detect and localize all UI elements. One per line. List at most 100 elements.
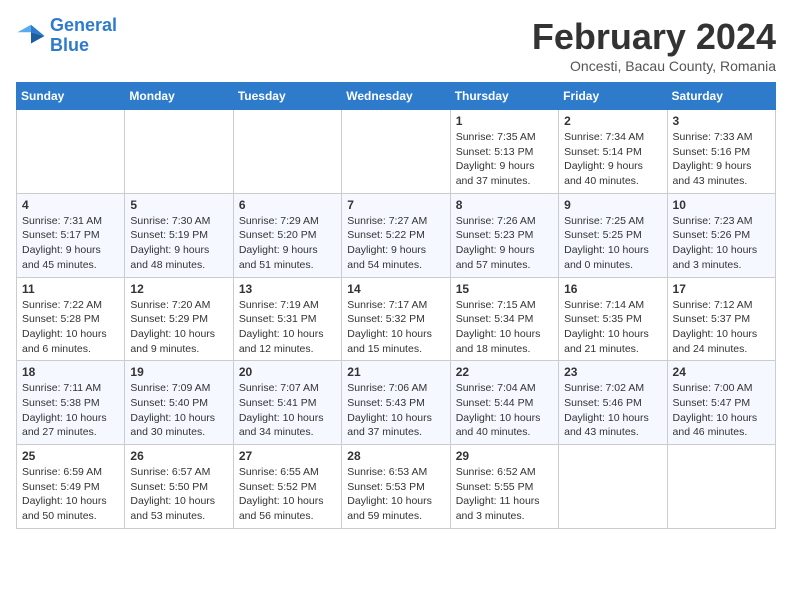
day-number: 26 <box>130 449 227 463</box>
day-info: Sunrise: 6:59 AMSunset: 5:49 PMDaylight:… <box>22 465 119 524</box>
day-info: Sunrise: 7:11 AMSunset: 5:38 PMDaylight:… <box>22 381 119 440</box>
day-info: Sunrise: 7:02 AMSunset: 5:46 PMDaylight:… <box>564 381 661 440</box>
logo: General Blue <box>16 16 117 56</box>
day-number: 20 <box>239 365 336 379</box>
calendar-cell: 6 Sunrise: 7:29 AMSunset: 5:20 PMDaylight… <box>233 193 341 277</box>
day-number: 9 <box>564 198 661 212</box>
day-number: 1 <box>456 114 553 128</box>
day-number: 12 <box>130 282 227 296</box>
calendar-cell: 13 Sunrise: 7:19 AMSunset: 5:31 PMDayligh… <box>233 277 341 361</box>
logo-line1: General <box>50 15 117 35</box>
day-info: Sunrise: 7:06 AMSunset: 5:43 PMDaylight:… <box>347 381 444 440</box>
day-info: Sunrise: 7:22 AMSunset: 5:28 PMDaylight:… <box>22 298 119 357</box>
day-number: 25 <box>22 449 119 463</box>
weekday-header-saturday: Saturday <box>667 83 775 110</box>
calendar-cell: 14 Sunrise: 7:17 AMSunset: 5:32 PMDayligh… <box>342 277 450 361</box>
day-info: Sunrise: 7:29 AMSunset: 5:20 PMDaylight:… <box>239 214 336 273</box>
weekday-header-monday: Monday <box>125 83 233 110</box>
day-info: Sunrise: 7:23 AMSunset: 5:26 PMDaylight:… <box>673 214 770 273</box>
calendar-cell: 27Sunrise: 6:55 AMSunset: 5:52 PMDayligh… <box>233 445 341 529</box>
weekday-header-wednesday: Wednesday <box>342 83 450 110</box>
day-info: Sunrise: 7:35 AMSunset: 5:13 PMDaylight:… <box>456 130 553 189</box>
calendar-cell: 19 Sunrise: 7:09 AMSunset: 5:40 PMDayligh… <box>125 361 233 445</box>
day-number: 3 <box>673 114 770 128</box>
day-info: Sunrise: 7:12 AMSunset: 5:37 PMDaylight:… <box>673 298 770 357</box>
week-row-2: 4 Sunrise: 7:31 AMSunset: 5:17 PMDaylight… <box>17 193 776 277</box>
calendar-cell: 1 Sunrise: 7:35 AMSunset: 5:13 PMDaylight… <box>450 110 558 194</box>
day-info: Sunrise: 7:07 AMSunset: 5:41 PMDaylight:… <box>239 381 336 440</box>
calendar-cell: 11Sunrise: 7:22 AMSunset: 5:28 PMDayligh… <box>17 277 125 361</box>
calendar-cell <box>233 110 341 194</box>
weekday-header-tuesday: Tuesday <box>233 83 341 110</box>
day-info: Sunrise: 7:17 AMSunset: 5:32 PMDaylight:… <box>347 298 444 357</box>
calendar-cell: 4 Sunrise: 7:31 AMSunset: 5:17 PMDaylight… <box>17 193 125 277</box>
calendar-cell: 29Sunrise: 6:52 AMSunset: 5:55 PMDayligh… <box>450 445 558 529</box>
day-number: 23 <box>564 365 661 379</box>
day-number: 28 <box>347 449 444 463</box>
day-number: 27 <box>239 449 336 463</box>
week-row-5: 25 Sunrise: 6:59 AMSunset: 5:49 PMDayligh… <box>17 445 776 529</box>
weekday-header-row: SundayMondayTuesdayWednesdayThursdayFrid… <box>17 83 776 110</box>
day-number: 5 <box>130 198 227 212</box>
day-info: Sunrise: 7:33 AMSunset: 5:16 PMDaylight:… <box>673 130 770 189</box>
logo-line2: Blue <box>50 35 89 55</box>
calendar-cell <box>559 445 667 529</box>
calendar-cell: 2Sunrise: 7:34 AMSunset: 5:14 PMDaylight… <box>559 110 667 194</box>
weekday-header-thursday: Thursday <box>450 83 558 110</box>
day-info: Sunrise: 7:15 AMSunset: 5:34 PMDaylight:… <box>456 298 553 357</box>
day-info: Sunrise: 6:53 AMSunset: 5:53 PMDaylight:… <box>347 465 444 524</box>
day-number: 15 <box>456 282 553 296</box>
day-number: 6 <box>239 198 336 212</box>
day-info: Sunrise: 7:09 AMSunset: 5:40 PMDaylight:… <box>130 381 227 440</box>
day-info: Sunrise: 7:19 AMSunset: 5:31 PMDaylight:… <box>239 298 336 357</box>
calendar-cell: 22 Sunrise: 7:04 AMSunset: 5:44 PMDayligh… <box>450 361 558 445</box>
week-row-1: 1 Sunrise: 7:35 AMSunset: 5:13 PMDaylight… <box>17 110 776 194</box>
weekday-header-sunday: Sunday <box>17 83 125 110</box>
month-title: February 2024 <box>532 16 776 58</box>
day-number: 22 <box>456 365 553 379</box>
calendar-cell: 21 Sunrise: 7:06 AMSunset: 5:43 PMDayligh… <box>342 361 450 445</box>
calendar-cell: 20 Sunrise: 7:07 AMSunset: 5:41 PMDayligh… <box>233 361 341 445</box>
day-info: Sunrise: 7:30 AMSunset: 5:19 PMDaylight:… <box>130 214 227 273</box>
day-number: 4 <box>22 198 119 212</box>
calendar-cell: 24Sunrise: 7:00 AMSunset: 5:47 PMDayligh… <box>667 361 775 445</box>
weekday-header-friday: Friday <box>559 83 667 110</box>
calendar-cell: 16 Sunrise: 7:14 AMSunset: 5:35 PMDayligh… <box>559 277 667 361</box>
day-number: 16 <box>564 282 661 296</box>
day-number: 14 <box>347 282 444 296</box>
page-header: General Blue February 2024 Oncesti, Baca… <box>16 16 776 74</box>
day-number: 21 <box>347 365 444 379</box>
calendar-cell <box>342 110 450 194</box>
day-info: Sunrise: 7:26 AMSunset: 5:23 PMDaylight:… <box>456 214 553 273</box>
day-info: Sunrise: 7:31 AMSunset: 5:17 PMDaylight:… <box>22 214 119 273</box>
calendar-cell: 23 Sunrise: 7:02 AMSunset: 5:46 PMDayligh… <box>559 361 667 445</box>
day-info: Sunrise: 7:14 AMSunset: 5:35 PMDaylight:… <box>564 298 661 357</box>
week-row-3: 11Sunrise: 7:22 AMSunset: 5:28 PMDayligh… <box>17 277 776 361</box>
logo-text: General Blue <box>50 16 117 56</box>
day-info: Sunrise: 7:20 AMSunset: 5:29 PMDaylight:… <box>130 298 227 357</box>
calendar-cell: 17Sunrise: 7:12 AMSunset: 5:37 PMDayligh… <box>667 277 775 361</box>
day-info: Sunrise: 7:00 AMSunset: 5:47 PMDaylight:… <box>673 381 770 440</box>
day-info: Sunrise: 6:57 AMSunset: 5:50 PMDaylight:… <box>130 465 227 524</box>
calendar-cell: 28 Sunrise: 6:53 AMSunset: 5:53 PMDayligh… <box>342 445 450 529</box>
calendar-cell: 25 Sunrise: 6:59 AMSunset: 5:49 PMDayligh… <box>17 445 125 529</box>
calendar-cell: 3 Sunrise: 7:33 AMSunset: 5:16 PMDaylight… <box>667 110 775 194</box>
day-number: 19 <box>130 365 227 379</box>
calendar-cell: 26 Sunrise: 6:57 AMSunset: 5:50 PMDayligh… <box>125 445 233 529</box>
day-number: 7 <box>347 198 444 212</box>
calendar-cell: 5 Sunrise: 7:30 AMSunset: 5:19 PMDaylight… <box>125 193 233 277</box>
day-number: 10 <box>673 198 770 212</box>
day-info: Sunrise: 7:27 AMSunset: 5:22 PMDaylight:… <box>347 214 444 273</box>
location-title: Oncesti, Bacau County, Romania <box>532 58 776 74</box>
logo-icon <box>16 21 46 51</box>
calendar-cell: 7 Sunrise: 7:27 AMSunset: 5:22 PMDaylight… <box>342 193 450 277</box>
calendar-cell: 18Sunrise: 7:11 AMSunset: 5:38 PMDayligh… <box>17 361 125 445</box>
day-info: Sunrise: 7:04 AMSunset: 5:44 PMDaylight:… <box>456 381 553 440</box>
calendar-cell: 15 Sunrise: 7:15 AMSunset: 5:34 PMDayligh… <box>450 277 558 361</box>
day-info: Sunrise: 7:25 AMSunset: 5:25 PMDaylight:… <box>564 214 661 273</box>
day-number: 13 <box>239 282 336 296</box>
calendar-cell: 9 Sunrise: 7:25 AMSunset: 5:25 PMDaylight… <box>559 193 667 277</box>
day-info: Sunrise: 7:34 AMSunset: 5:14 PMDaylight:… <box>564 130 661 189</box>
title-area: February 2024 Oncesti, Bacau County, Rom… <box>532 16 776 74</box>
calendar-cell: 12 Sunrise: 7:20 AMSunset: 5:29 PMDayligh… <box>125 277 233 361</box>
